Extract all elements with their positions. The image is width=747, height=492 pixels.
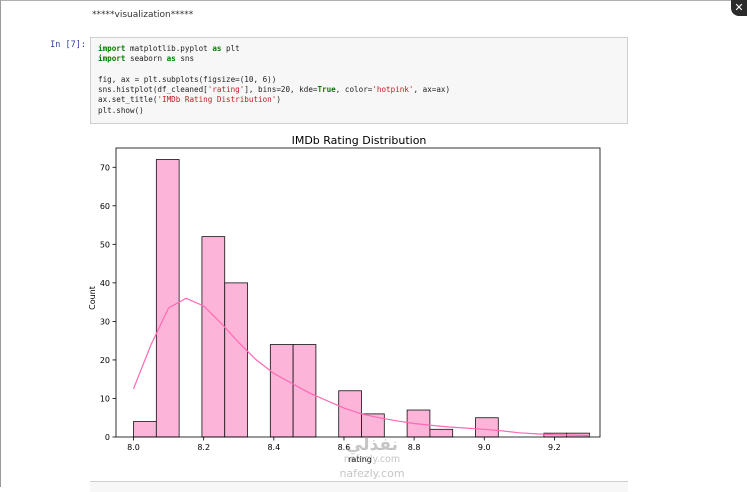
code-line: sns.histplot(df_cleaned['rating'], bins=…	[98, 85, 627, 95]
code-token: import	[98, 54, 126, 64]
code-line: fig, ax = plt.subplots(figsize=(10, 6))	[98, 75, 627, 85]
code-token: )	[276, 95, 281, 105]
y-tick-label: 10	[100, 394, 110, 403]
watermark-logo: نفذلي	[345, 435, 399, 455]
y-tick-label: 30	[100, 317, 110, 326]
histogram-bar	[201, 236, 226, 438]
y-tick-label: 60	[100, 202, 110, 211]
code-token: seaborn	[125, 54, 167, 64]
chart-title: IMDb Rating Distribution	[292, 134, 427, 147]
y-tick-label: 0	[105, 433, 110, 442]
histogram-bar	[429, 428, 454, 438]
histogram-bar	[224, 282, 248, 438]
code-token: 'IMDb Rating Distribution'	[157, 95, 277, 105]
markdown-heading: *****visualization*****	[92, 10, 194, 20]
code-token: ax.set_title(	[98, 95, 158, 105]
bars-group	[133, 159, 590, 438]
y-tick-label: 40	[100, 279, 110, 288]
code-token: 'rating'	[207, 85, 245, 95]
y-axis-label: Count	[88, 286, 97, 310]
code-token: as	[166, 54, 176, 64]
y-tick-label: 50	[100, 240, 110, 249]
x-tick-label: 8.2	[197, 443, 210, 452]
code-token: , ax=ax)	[413, 85, 451, 95]
histogram-chart: 8.0 8.2 8.4 8.6 8.8 9.0 9.2 010203040506070 IM…	[88, 134, 601, 464]
cell-output: 8.0 8.2 8.4 8.6 8.8 9.0 9.2 0 10 20 30 40 50 60 70 IM…	[86, 128, 616, 468]
code-token: sns.histplot(df_cleaned[	[98, 85, 208, 95]
code-cell[interactable]: import matplotlib.pyplot as plt import se…	[90, 37, 628, 124]
code-line: import matplotlib.pyplot as plt	[98, 44, 627, 54]
code-line: import seaborn as sns	[98, 54, 627, 64]
histogram-bar	[338, 390, 362, 438]
code-line: plt.show()	[98, 106, 627, 116]
watermark-domain-secondary: nafezly.com	[339, 467, 405, 480]
code-token: matplotlib.pyplot	[125, 44, 213, 53]
code-token: plt.show()	[98, 105, 144, 115]
histogram-bar	[475, 417, 499, 438]
code-token: fig, ax = plt.subplots(figsize=(10, 6))	[98, 74, 277, 84]
histogram-bar	[155, 159, 180, 438]
histogram-bar	[133, 421, 157, 438]
code-token: import	[98, 44, 126, 53]
code-token: plt	[221, 44, 240, 53]
code-token: sns	[175, 54, 195, 64]
y-tick-label: 20	[100, 356, 110, 365]
code-token: , color=	[335, 85, 373, 95]
histogram-bar	[269, 344, 294, 438]
y-tick-label: 70	[100, 163, 110, 172]
watermark: نفذلي nafezly.com nafezly.com	[322, 436, 422, 480]
y-ticks: 0 10 20 30 40 50 60 70	[100, 163, 116, 442]
code-token: 'hotpink'	[372, 85, 414, 95]
x-tick-label: 8.4	[267, 443, 280, 452]
close-icon[interactable]: ✕	[731, 0, 747, 16]
x-tick-label: 9.2	[548, 443, 561, 452]
histogram-bar	[361, 413, 385, 438]
watermark-domain: nafezly.com	[343, 454, 401, 465]
code-line: ax.set_title('IMDb Rating Distribution')	[98, 95, 627, 105]
x-tick-label: 9.0	[478, 443, 491, 452]
code-token: True	[317, 85, 336, 95]
cell-prompt: In [7]:	[50, 40, 86, 50]
code-token: ], bins=20, kde=	[244, 85, 318, 95]
x-tick-label: 8.0	[127, 443, 140, 452]
